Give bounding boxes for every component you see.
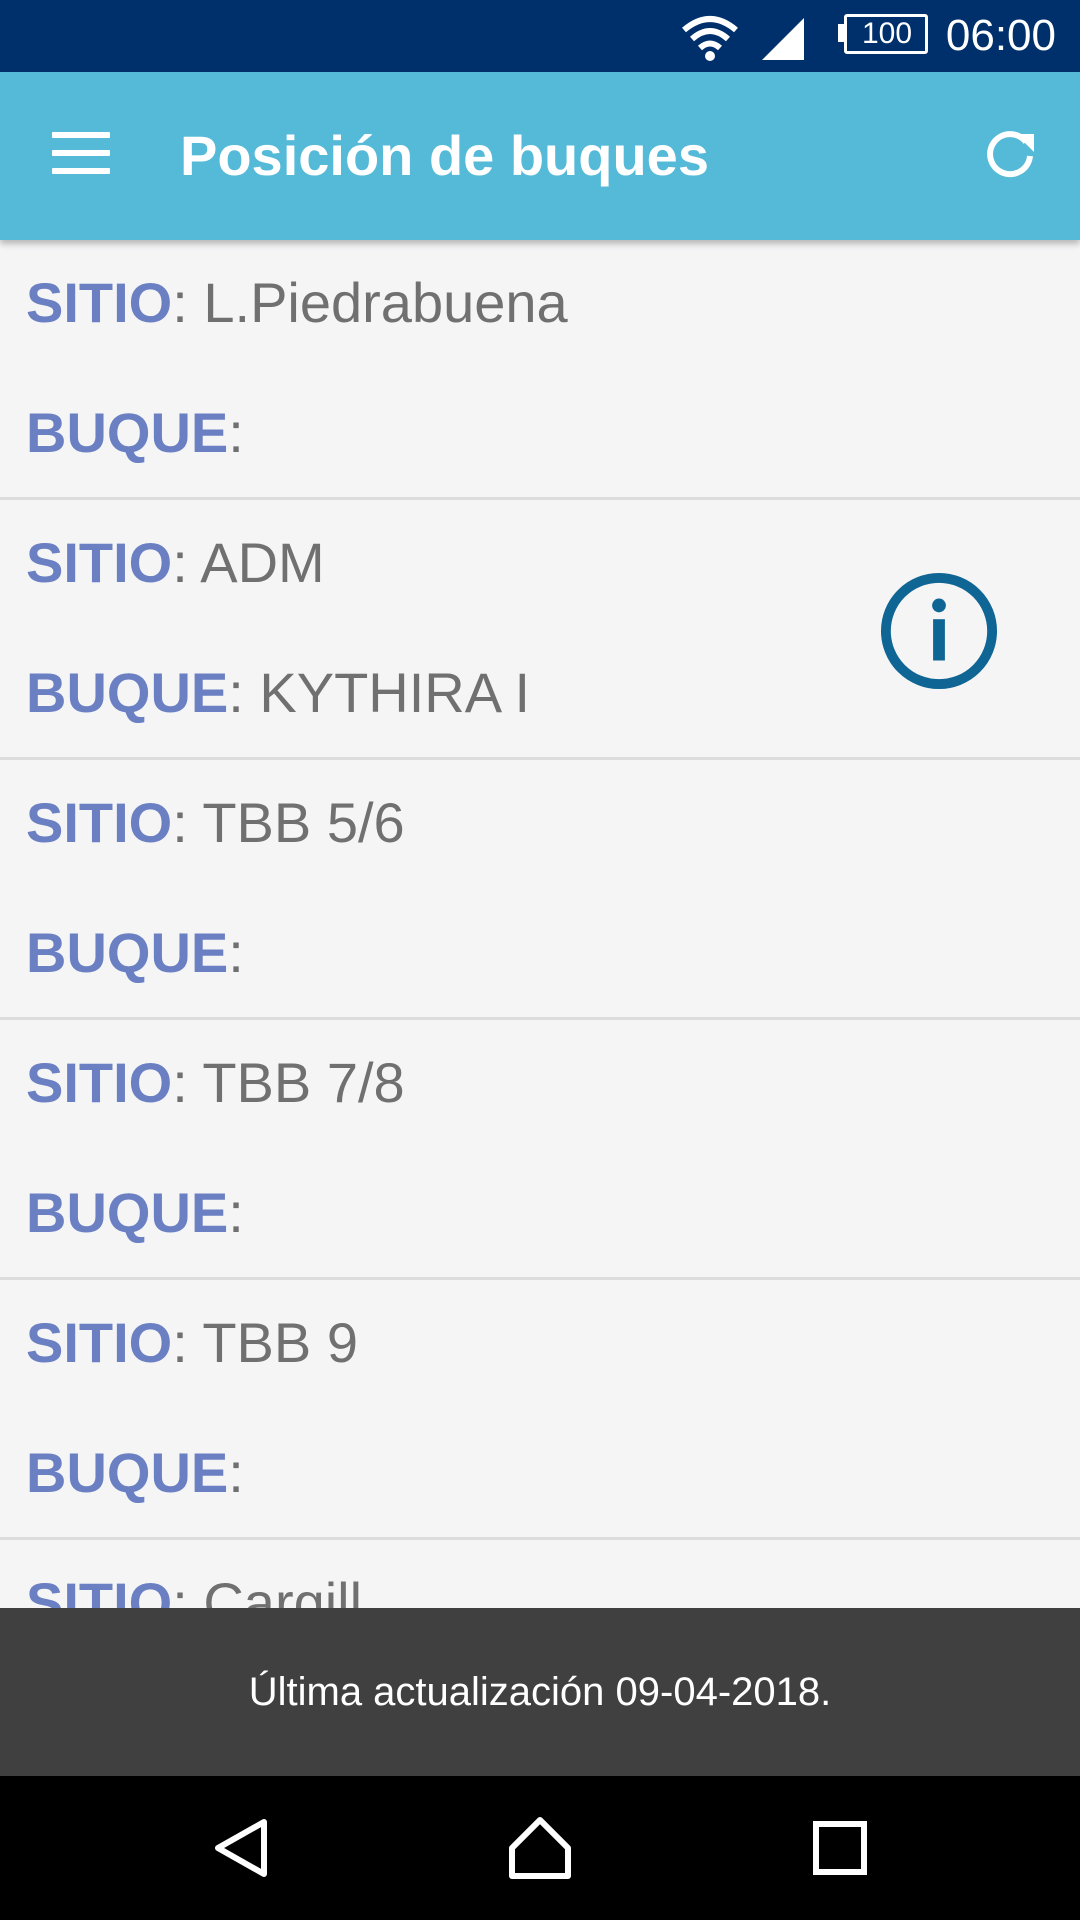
- sitio-label: SITIO: [26, 1311, 173, 1374]
- list-item[interactable]: SITIO: TBB 5/6 BUQUE:: [0, 760, 1080, 1020]
- buque-label: BUQUE: [26, 1181, 229, 1244]
- wifi-icon: [682, 16, 738, 61]
- list-item[interactable]: SITIO: L.Piedrabuena BUQUE:: [0, 240, 1080, 500]
- last-update-snackbar: Última actualización 09-04-2018.: [0, 1608, 1080, 1776]
- list-item[interactable]: SITIO: TBB 7/8 BUQUE:: [0, 1020, 1080, 1280]
- buque-value: KYTHIRA I: [259, 661, 531, 724]
- menu-icon[interactable]: [52, 132, 112, 178]
- sitio-value: TBB 7/8: [202, 1051, 405, 1114]
- sitio-label: SITIO: [26, 1571, 173, 1608]
- sitio-value: TBB 9: [202, 1311, 358, 1374]
- status-time: 06:00: [945, 11, 1056, 60]
- navigation-bar: [0, 1776, 1080, 1920]
- page-title: Posición de buques: [180, 124, 709, 187]
- list-item[interactable]: SITIO: Cargill BUQUE:: [0, 1540, 1080, 1608]
- buque-label: BUQUE: [26, 401, 229, 464]
- sitio-label: SITIO: [26, 531, 173, 594]
- sitio-label: SITIO: [26, 791, 173, 854]
- buque-label: BUQUE: [26, 1441, 229, 1504]
- sitio-value: Cargill: [203, 1571, 363, 1608]
- sitio-label: SITIO: [26, 271, 173, 334]
- status-bar: 100 06:00: [0, 0, 1080, 72]
- recents-icon[interactable]: [804, 1812, 876, 1884]
- sitio-label: SITIO: [26, 1051, 173, 1114]
- sitio-value: TBB 5/6: [202, 791, 405, 854]
- info-icon[interactable]: [880, 572, 998, 690]
- buque-label: BUQUE: [26, 921, 229, 984]
- app-bar: Posición de buques: [0, 72, 1080, 240]
- buque-label: BUQUE: [26, 661, 229, 724]
- signal-icon: [762, 18, 804, 60]
- sitio-value: ADM: [200, 531, 325, 594]
- refresh-icon[interactable]: [980, 124, 1040, 184]
- ship-position-list[interactable]: SITIO: L.Piedrabuena BUQUE: SITIO: ADM B…: [0, 240, 1080, 1608]
- home-icon[interactable]: [504, 1812, 576, 1884]
- list-item[interactable]: SITIO: ADM BUQUE: KYTHIRA I: [0, 500, 1080, 760]
- list-item[interactable]: SITIO: TBB 9 BUQUE:: [0, 1280, 1080, 1540]
- sitio-value: L.Piedrabuena: [203, 271, 568, 334]
- back-icon[interactable]: [204, 1812, 276, 1884]
- battery-level: 100: [861, 17, 913, 50]
